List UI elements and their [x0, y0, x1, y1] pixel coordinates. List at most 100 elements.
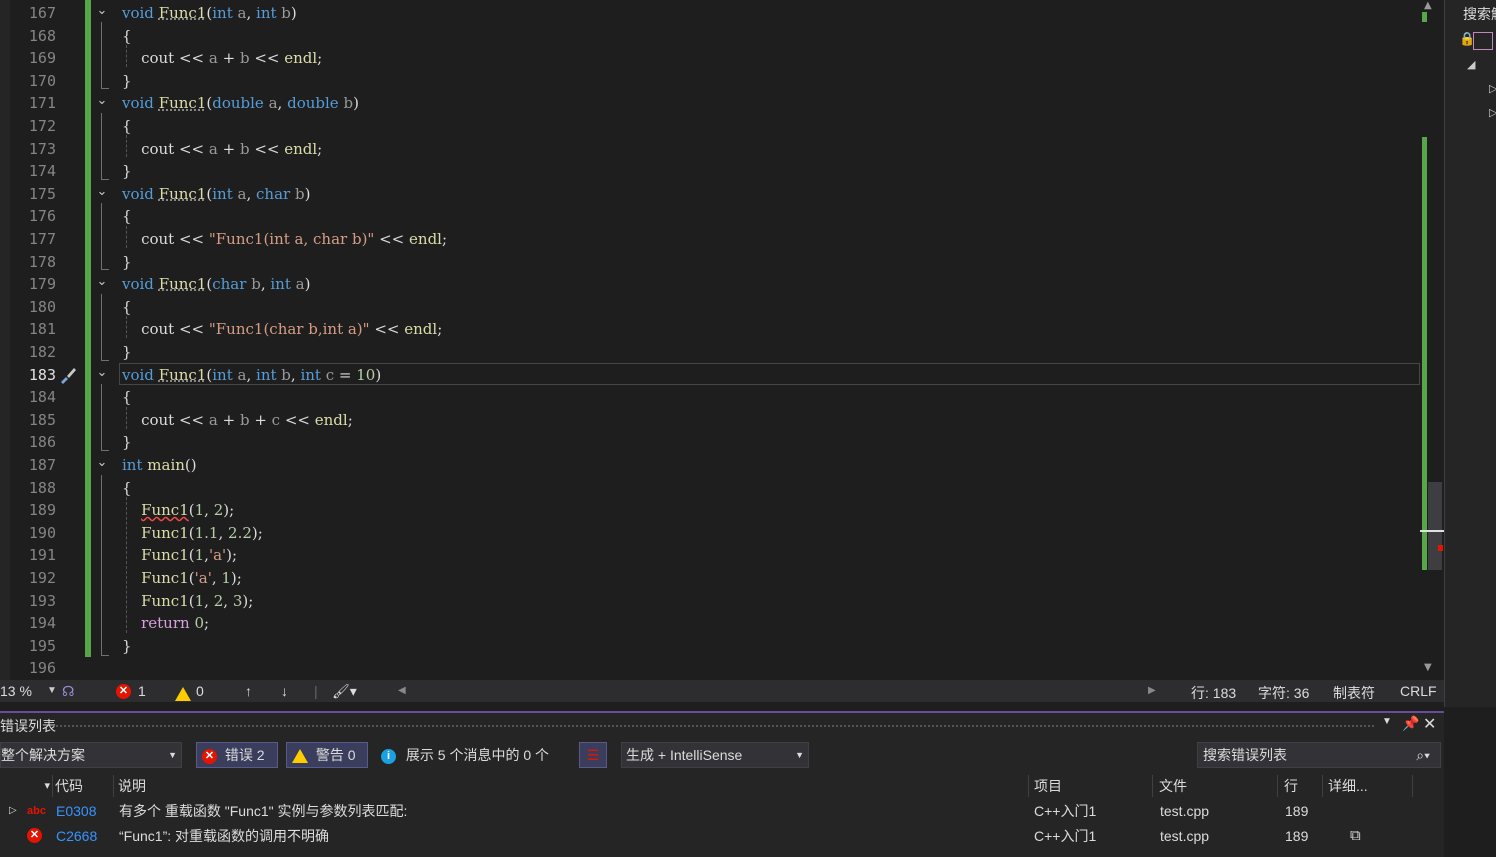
code-line[interactable]: 180 { — [0, 296, 1420, 319]
title-grip[interactable] — [56, 725, 1374, 727]
code-text[interactable]: } — [122, 251, 132, 274]
code-line[interactable]: 178} — [0, 251, 1420, 274]
code-line[interactable]: 188 { — [0, 477, 1420, 500]
line-ending[interactable]: CRLF — [1400, 683, 1437, 699]
window-icon[interactable] — [1473, 32, 1493, 50]
code-text[interactable]: } — [122, 635, 132, 658]
messages-filter-button[interactable]: i 展示 5 个消息中的 0 个 — [381, 744, 549, 768]
code-line[interactable]: 167 void Func1(int a, int b) — [0, 2, 1420, 25]
code-line[interactable]: 172{ — [0, 115, 1420, 138]
code-line[interactable]: 189 Func1(1, 2); — [0, 499, 1420, 522]
code-text[interactable]: Func1(1, 2, 3); — [122, 590, 253, 613]
column-header-code[interactable]: 代码 — [55, 775, 114, 797]
code-text[interactable]: } — [122, 160, 132, 183]
code-line[interactable]: 185 cout << a + b + c << endl; — [0, 409, 1420, 432]
code-line[interactable]: 170} — [0, 70, 1420, 93]
search-error-list-input[interactable]: 搜索错误列表 ⌕▾ — [1197, 742, 1441, 768]
code-text[interactable]: int main() — [122, 454, 197, 477]
expand-arrow-icon[interactable]: ▷ — [9, 799, 17, 823]
dropdown-icon[interactable]: ▼ — [1382, 716, 1392, 727]
zoom-dropdown-icon[interactable]: ▼ — [47, 685, 57, 696]
code-text[interactable]: Func1(1,'a'); — [122, 544, 237, 567]
code-text[interactable]: } — [122, 341, 132, 364]
code-line[interactable]: 195} — [0, 635, 1420, 658]
paint-brush-icon[interactable] — [58, 365, 78, 385]
code-line[interactable]: 186} — [0, 431, 1420, 454]
code-text[interactable]: cout << a + b + c << endl; — [122, 409, 353, 432]
char-position[interactable]: 字符: 36 — [1258, 683, 1309, 703]
search-label[interactable]: 搜索解 — [1463, 4, 1496, 24]
scope-dropdown[interactable]: 整个解决方案 ▼ — [0, 742, 182, 768]
code-text[interactable]: { — [122, 205, 132, 228]
pin-icon[interactable]: 📌 — [1402, 715, 1419, 732]
code-line[interactable]: 193 Func1(1, 2, 3); — [0, 590, 1420, 613]
code-line[interactable]: 182} — [0, 341, 1420, 364]
code-line[interactable]: 171 void Func1(double a, double b) — [0, 92, 1420, 115]
code-text[interactable]: } — [122, 431, 132, 454]
errors-filter-button[interactable]: ✕ 错误 2 — [196, 742, 278, 768]
fold-chevron-icon[interactable]: ⌄ — [95, 271, 109, 294]
code-text[interactable]: { — [122, 296, 132, 319]
code-text[interactable]: cout << a + b << endl; — [122, 138, 322, 161]
line-position[interactable]: 行: 183 — [1191, 683, 1236, 703]
column-header-line[interactable]: 行 — [1284, 775, 1323, 797]
code-text[interactable]: void Func1(char b, int a) — [122, 273, 310, 296]
code-text[interactable]: Func1('a', 1); — [122, 567, 242, 590]
scroll-left-icon[interactable]: ◀ — [398, 685, 406, 696]
code-line[interactable]: 181 cout << "Func1(char b,int a)" << end… — [0, 318, 1420, 341]
error-count-indicator[interactable]: ✕ — [116, 683, 131, 700]
vertical-scrollbar[interactable]: ▲ ▼ — [1420, 0, 1444, 680]
code-line[interactable]: 168 { — [0, 25, 1420, 48]
expand-tree-icon[interactable]: ◢ — [1467, 58, 1475, 71]
error-code-link[interactable]: C2668 — [56, 824, 97, 848]
code-text[interactable]: void Func1(int a, char b) — [122, 183, 310, 206]
fold-chevron-icon[interactable]: ⌄ — [95, 362, 109, 385]
indent-mode[interactable]: 制表符 — [1333, 683, 1375, 703]
online-help-icon[interactable]: ⧉ — [1350, 824, 1361, 848]
code-line[interactable]: 176 { — [0, 205, 1420, 228]
zoom-level[interactable]: 13 % — [0, 683, 32, 699]
code-text[interactable]: } — [122, 70, 132, 93]
build-filter-dropdown[interactable]: 生成 + IntelliSense ▼ — [621, 742, 809, 768]
table-row[interactable]: ✕ C2668 “Func1”: 对重载函数的调用不明确 C++入门1 test… — [0, 824, 1444, 848]
health-icon[interactable]: ☊ — [62, 683, 74, 700]
fold-chevron-icon[interactable]: ⌄ — [95, 181, 109, 204]
code-text[interactable]: void Func1(int a, int b) — [122, 2, 297, 25]
scroll-thumb[interactable] — [1428, 482, 1442, 570]
arrow-up-icon[interactable]: ↑ — [245, 683, 252, 699]
arrow-down-icon[interactable]: ↓ — [281, 683, 288, 699]
code-text[interactable]: { — [122, 477, 132, 500]
column-header-desc[interactable]: 说明 — [118, 775, 1029, 797]
warnings-filter-button[interactable]: 警告 0 — [286, 742, 368, 768]
tree-arrow-icon[interactable]: ▷ — [1489, 82, 1496, 95]
close-icon[interactable]: ✕ — [1423, 714, 1436, 734]
code-text[interactable]: { — [122, 25, 132, 48]
code-text[interactable]: cout << "Func1(char b,int a)" << endl; — [122, 318, 442, 341]
column-sort-icon[interactable]: ▾ — [0, 775, 53, 797]
code-text[interactable]: void Func1(double a, double b) — [122, 92, 359, 115]
fold-chevron-icon[interactable]: ⌄ — [95, 0, 109, 23]
column-header-detail[interactable]: 详细... — [1328, 775, 1413, 797]
code-line[interactable]: 196 — [0, 657, 1420, 680]
code-line[interactable]: 187 int main() — [0, 454, 1420, 477]
code-editor[interactable]: 167 void Func1(int a, int b) 168 {169 cout … — [0, 0, 1444, 680]
code-text[interactable]: cout << "Func1(int a, char b)" << endl; — [122, 228, 447, 251]
filter-icon[interactable]: ☰ — [579, 742, 607, 768]
code-line[interactable]: 169 cout << a + b << endl; — [0, 47, 1420, 70]
code-line[interactable]: 190 Func1(1.1, 2.2); — [0, 522, 1420, 545]
code-line[interactable]: 192 Func1('a', 1); — [0, 567, 1420, 590]
code-line[interactable]: 173 cout << a + b << endl; — [0, 138, 1420, 161]
code-line[interactable]: 194 return 0; — [0, 612, 1420, 635]
tree-arrow-icon[interactable]: ▷ — [1489, 106, 1496, 119]
fold-chevron-icon[interactable]: ⌄ — [95, 90, 109, 113]
column-header-project[interactable]: 项目 — [1034, 775, 1153, 797]
scroll-up-icon[interactable]: ▲ — [1424, 0, 1432, 11]
code-line[interactable]: 174} — [0, 160, 1420, 183]
code-text[interactable]: Func1(1.1, 2.2); — [122, 522, 263, 545]
error-code-link[interactable]: E0308 — [56, 799, 96, 823]
fold-chevron-icon[interactable]: ⌄ — [95, 452, 109, 475]
scroll-down-icon[interactable]: ▼ — [1424, 662, 1432, 673]
code-text[interactable]: { — [122, 386, 132, 409]
code-line[interactable]: 184 { — [0, 386, 1420, 409]
code-line[interactable]: 175 void Func1(int a, char b) — [0, 183, 1420, 206]
